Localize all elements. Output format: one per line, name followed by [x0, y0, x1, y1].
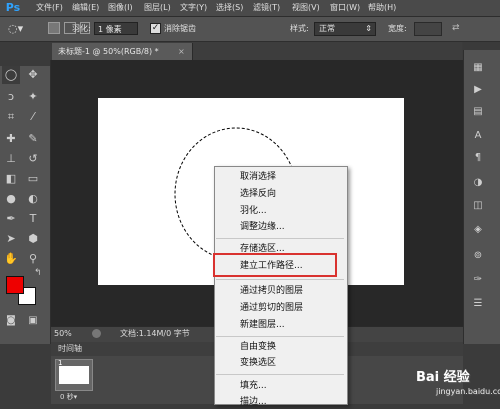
layers-panel-icon[interactable]: ◈	[470, 222, 486, 238]
ctx-separator	[216, 374, 344, 375]
ctx-free-transform[interactable]: 自由变换	[240, 340, 276, 354]
ctx-feather[interactable]: 羽化...	[240, 204, 267, 218]
color-panel-icon[interactable]: ◑	[470, 175, 486, 191]
ctx-refine-edge[interactable]: 调整边缘...	[240, 220, 285, 234]
ctx-fill[interactable]: 填充...	[240, 379, 267, 393]
character-panel-icon[interactable]: A	[470, 128, 486, 144]
timeline-title[interactable]: 时间轴	[58, 342, 82, 356]
frame-delay[interactable]: 0 秒▾	[60, 392, 77, 402]
channels-panel-icon[interactable]: ⊚	[470, 248, 486, 264]
annotation-highlight-box	[213, 253, 337, 277]
ctx-new-layer[interactable]: 新建图层...	[240, 318, 285, 332]
ctx-deselect[interactable]: 取消选择	[240, 170, 276, 184]
dock-collapse-bar[interactable]	[463, 42, 500, 50]
ctx-layer-via-copy[interactable]: 通过拷贝的图层	[240, 284, 303, 298]
ctx-select-inverse[interactable]: 选择反向	[240, 187, 276, 201]
ctx-separator	[216, 336, 344, 337]
ctx-stroke[interactable]: 描边...	[240, 395, 267, 409]
ctx-layer-via-cut[interactable]: 通过剪切的图层	[240, 301, 303, 315]
status-info-icon[interactable]	[92, 329, 101, 338]
paths-panel-icon[interactable]: ✑	[470, 272, 486, 288]
history-panel-icon[interactable]: ▦	[470, 60, 486, 76]
ctx-separator	[216, 238, 344, 239]
ctx-separator	[216, 279, 344, 280]
document-size: 文档:1.14M/0 字节	[120, 329, 190, 338]
swatches-panel-icon[interactable]: ▤	[470, 104, 486, 120]
frame-thumbnail	[59, 366, 89, 384]
adjustments-panel-icon[interactable]: ◫	[470, 198, 486, 214]
actions-panel-icon[interactable]: ▶	[470, 82, 486, 98]
ctx-transform-selection[interactable]: 变换选区	[240, 356, 276, 370]
frame-number: 1	[58, 359, 63, 367]
properties-panel-icon[interactable]: ☰	[470, 296, 486, 312]
watermark-logo: Bai 经验	[416, 370, 470, 385]
paragraph-panel-icon[interactable]: ¶	[470, 150, 486, 166]
watermark-url: jingyan.baidu.com	[436, 387, 500, 396]
zoom-level[interactable]: 50%	[54, 327, 72, 340]
